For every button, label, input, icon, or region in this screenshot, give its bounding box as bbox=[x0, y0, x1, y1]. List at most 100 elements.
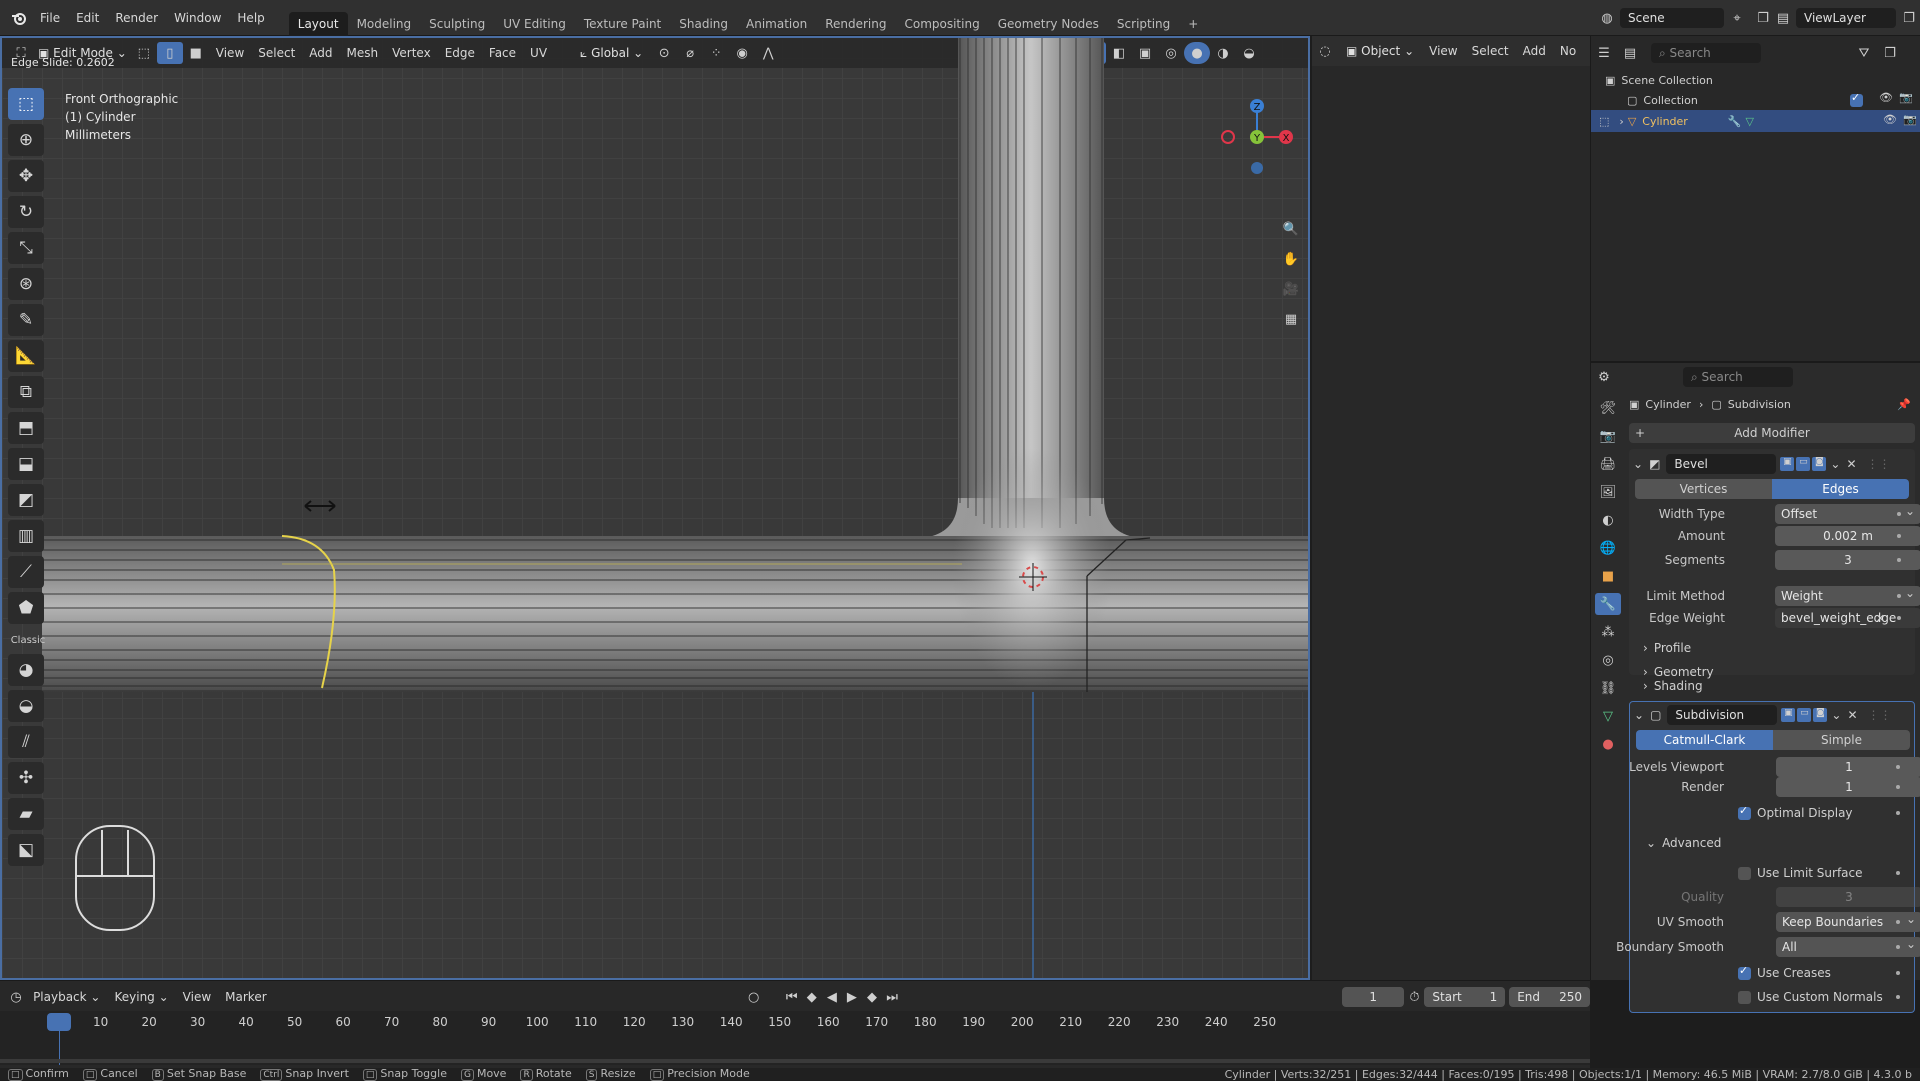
gizmo-neg-z-icon[interactable] bbox=[1251, 162, 1263, 174]
extrude-icon[interactable]: ⬒ bbox=[8, 412, 44, 444]
navigation-gizmo[interactable]: Z X Y bbox=[1212, 92, 1302, 182]
filter-icon[interactable]: ⛛ bbox=[1851, 42, 1877, 64]
menu-keying[interactable]: Keying ⌄ bbox=[107, 990, 175, 1004]
optimal-display-checkbox[interactable]: Optimal Display bbox=[1738, 804, 1853, 820]
remove-modifier-icon[interactable]: ✕ bbox=[1847, 708, 1857, 722]
constraints-tab-icon[interactable]: ⛓ bbox=[1595, 677, 1621, 699]
properties-editor-icon[interactable]: ⚙ bbox=[1591, 366, 1617, 388]
new-collection-icon[interactable]: ❐ bbox=[1877, 42, 1903, 64]
zoom-icon[interactable]: 🔍 bbox=[1278, 218, 1304, 240]
mesh-canvas[interactable] bbox=[42, 38, 1310, 978]
tab-simple[interactable]: Simple bbox=[1773, 730, 1910, 750]
keyframe-dot-icon[interactable] bbox=[1897, 616, 1901, 620]
physics-tab-icon[interactable]: ◎ bbox=[1595, 649, 1621, 671]
drag-handle-icon[interactable]: ⋮⋮ bbox=[1867, 457, 1891, 471]
scale-icon[interactable]: ⤡ bbox=[8, 232, 44, 264]
outliner-item-scene-collection[interactable]: ▣ Scene Collection bbox=[1605, 70, 1713, 90]
rip-region-icon[interactable]: ⬕ bbox=[8, 834, 44, 866]
modifier-tab-icon[interactable]: 🔧 bbox=[1595, 593, 1621, 615]
tab-vertices[interactable]: Vertices bbox=[1635, 479, 1772, 499]
play-icon[interactable]: ▶ bbox=[842, 986, 862, 1008]
tool-tab-icon[interactable]: 🛠 bbox=[1595, 397, 1621, 419]
expand-chevron-icon[interactable]: › bbox=[1619, 115, 1623, 128]
spin-icon[interactable]: ◕ bbox=[8, 654, 44, 686]
keyframe-dot-icon[interactable] bbox=[1897, 558, 1901, 562]
menu-edit[interactable]: Edit bbox=[68, 7, 107, 29]
pin-properties-icon[interactable]: 📌 bbox=[1897, 398, 1911, 411]
timeline-scrollbar[interactable] bbox=[0, 1059, 1590, 1063]
add-workspace-button[interactable]: + bbox=[1179, 12, 1207, 36]
new-view-layer-icon[interactable]: ❐ bbox=[1896, 7, 1920, 29]
add-modifier-button[interactable]: + Add Modifier bbox=[1629, 423, 1915, 443]
keyframe-dot-icon[interactable] bbox=[1896, 871, 1900, 875]
pin-icon[interactable]: ⌖ bbox=[1724, 7, 1750, 29]
material-tab-icon[interactable]: ● bbox=[1595, 733, 1621, 755]
use-limit-surface-checkbox[interactable]: Use Limit Surface bbox=[1738, 866, 1863, 880]
remove-modifier-icon[interactable]: ✕ bbox=[1846, 457, 1856, 471]
tab-uv-editing[interactable]: UV Editing bbox=[494, 12, 575, 36]
tab-shading[interactable]: Shading bbox=[670, 12, 737, 36]
tab-texture-paint[interactable]: Texture Paint bbox=[575, 12, 670, 36]
tab-catmull-clark[interactable]: Catmull-Clark bbox=[1636, 730, 1773, 750]
modifier-menu-icon[interactable]: ⌄ bbox=[1831, 708, 1841, 722]
end-frame-field[interactable]: End 250 bbox=[1509, 987, 1591, 1007]
secondary-editor-area[interactable] bbox=[1312, 66, 1590, 980]
use-creases-checkbox[interactable]: Use Creases bbox=[1738, 964, 1831, 980]
tab-sculpting[interactable]: Sculpting bbox=[420, 12, 494, 36]
playhead[interactable] bbox=[47, 1013, 71, 1031]
blender-logo-icon[interactable] bbox=[6, 7, 32, 29]
world-tab-icon[interactable]: 🌐 bbox=[1595, 537, 1621, 559]
keyframe-dot-icon[interactable] bbox=[1897, 534, 1901, 538]
rotate-icon[interactable]: ↻ bbox=[8, 196, 44, 228]
timeline-track-area[interactable]: 1102030405060708090100110120130140150160… bbox=[0, 1011, 1590, 1065]
gizmo-neg-x-icon[interactable] bbox=[1221, 130, 1235, 144]
realtime-toggle-icon[interactable]: ▭ bbox=[1796, 457, 1811, 471]
output-tab-icon[interactable]: 🖨 bbox=[1595, 453, 1621, 475]
keyframe-dot-icon[interactable] bbox=[1897, 512, 1901, 516]
pan-hand-icon[interactable]: ✋ bbox=[1278, 248, 1304, 270]
menu-timeline-view[interactable]: View bbox=[176, 990, 218, 1004]
jump-end-icon[interactable]: ⏭ bbox=[882, 986, 902, 1008]
collapse-chevron-icon[interactable]: ⌄ bbox=[1633, 457, 1643, 471]
add-cube-icon[interactable]: ⧉ bbox=[8, 376, 44, 408]
subdivision-name-field[interactable]: Subdivision bbox=[1667, 705, 1778, 725]
tab-scripting[interactable]: Scripting bbox=[1108, 12, 1179, 36]
annotate-icon[interactable]: ✎ bbox=[8, 304, 44, 336]
scene-icon[interactable]: ◍ bbox=[1594, 7, 1620, 29]
keyframe-dot-icon[interactable] bbox=[1896, 765, 1900, 769]
vertical-pipe[interactable] bbox=[958, 38, 1104, 503]
properties-search[interactable]: ⌕ Search bbox=[1683, 367, 1793, 387]
editor-type-icon-2[interactable]: ◌ bbox=[1312, 40, 1338, 62]
collapse-chevron-icon[interactable]: ⌄ bbox=[1634, 708, 1644, 722]
render-toggle-icon[interactable]: ◙ bbox=[1813, 708, 1828, 722]
view-layer-icon[interactable]: ▤ bbox=[1770, 7, 1796, 29]
menu-view-2[interactable]: View bbox=[1422, 44, 1464, 58]
exclude-checkbox-icon[interactable] bbox=[1850, 91, 1869, 107]
scene-field[interactable]: Scene bbox=[1620, 8, 1724, 28]
outliner-search[interactable]: ⌕ Search bbox=[1651, 43, 1761, 63]
knife-icon[interactable]: ⟋ bbox=[8, 556, 44, 588]
subpanel-profile[interactable]: › Profile bbox=[1629, 637, 1915, 659]
cursor-icon[interactable]: ⊕ bbox=[8, 124, 44, 156]
jump-keyframe-forward-icon[interactable]: ◆ bbox=[862, 986, 882, 1008]
tab-rendering[interactable]: Rendering bbox=[816, 12, 895, 36]
cylinder-render-icon[interactable]: 📷 bbox=[1903, 113, 1917, 126]
view-layer-field[interactable]: ViewLayer bbox=[1796, 8, 1896, 28]
display-mode-icon[interactable]: ▤ bbox=[1617, 42, 1643, 64]
use-custom-normals-checkbox[interactable]: Use Custom Normals bbox=[1738, 990, 1883, 1004]
tab-layout[interactable]: Layout bbox=[288, 11, 348, 36]
3d-viewport[interactable]: ⛶ ▣ Edit Mode ⌄ ⬚ ▯ ■ View Select Add Me… bbox=[0, 36, 1310, 980]
select-box-icon[interactable]: ⬚ bbox=[8, 88, 44, 120]
keyframe-dot-icon[interactable] bbox=[1896, 995, 1900, 999]
menu-render[interactable]: Render bbox=[107, 7, 166, 29]
timeline-editor-icon[interactable]: ◷ bbox=[6, 986, 26, 1008]
realtime-toggle-icon[interactable]: ▭ bbox=[1797, 708, 1812, 722]
data-tab-icon[interactable]: ▽ bbox=[1595, 705, 1621, 727]
edit-mode-toggle-icon[interactable]: ⬚ bbox=[1599, 115, 1609, 128]
collection-visibility-icon[interactable]: 👁 bbox=[1879, 91, 1893, 104]
keyframe-dot-icon[interactable] bbox=[1896, 945, 1900, 949]
view-layer-tab-icon[interactable]: 🖼 bbox=[1595, 481, 1621, 503]
menu-window[interactable]: Window bbox=[166, 7, 229, 29]
scene-tab-icon[interactable]: ◐ bbox=[1595, 509, 1621, 531]
loop-cut-icon[interactable]: ▥ bbox=[8, 520, 44, 552]
